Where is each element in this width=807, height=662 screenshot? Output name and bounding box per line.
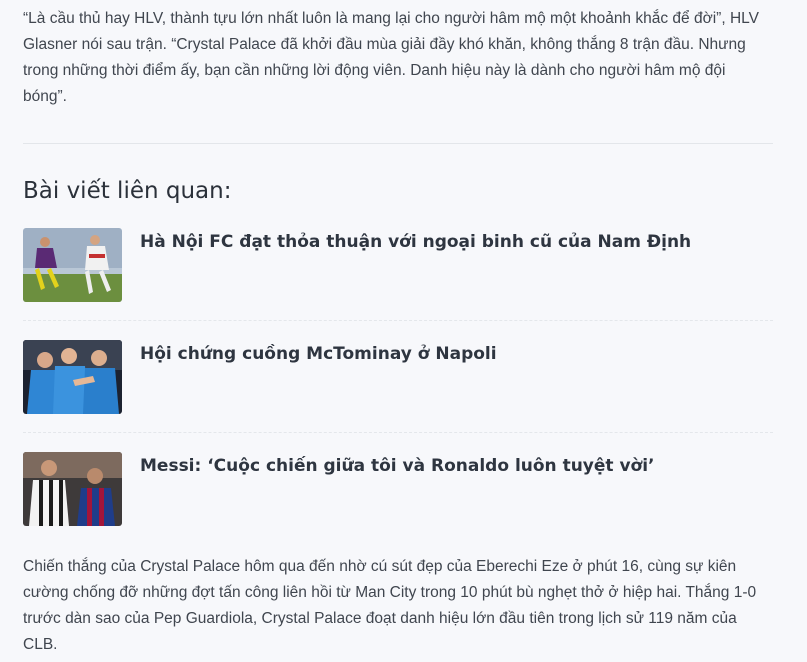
related-item[interactable]: Messi: ‘Cuộc chiến giữa tôi và Ronaldo l… (23, 432, 773, 544)
related-thumbnail[interactable] (23, 228, 122, 302)
article-body: “Là cầu thủ hay HLV, thành tựu lớn nhất … (23, 0, 773, 658)
section-divider (23, 143, 773, 144)
related-heading: Bài viết liên quan: (23, 178, 232, 204)
napoli-players-photo-icon (23, 340, 122, 414)
related-item[interactable]: Hội chứng cuồng McTominay ở Napoli (23, 320, 773, 432)
related-list: Hà Nội FC đạt thỏa thuận với ngoại binh … (23, 228, 773, 544)
closing-paragraph: Chiến thắng của Crystal Palace hôm qua đ… (23, 558, 757, 653)
quote-paragraph: “Là cầu thủ hay HLV, thành tựu lớn nhất … (23, 10, 759, 105)
related-thumbnail[interactable] (23, 340, 122, 414)
related-link[interactable]: Hội chứng cuồng McTominay ở Napoli (140, 342, 497, 366)
related-thumbnail[interactable] (23, 452, 122, 526)
related-link[interactable]: Messi: ‘Cuộc chiến giữa tôi và Ronaldo l… (140, 454, 655, 478)
messi-ronaldo-photo-icon (23, 452, 122, 526)
related-link[interactable]: Hà Nội FC đạt thỏa thuận với ngoại binh … (140, 230, 691, 254)
related-item[interactable]: Hà Nội FC đạt thỏa thuận với ngoại binh … (23, 228, 773, 320)
football-players-photo-icon (23, 228, 122, 302)
